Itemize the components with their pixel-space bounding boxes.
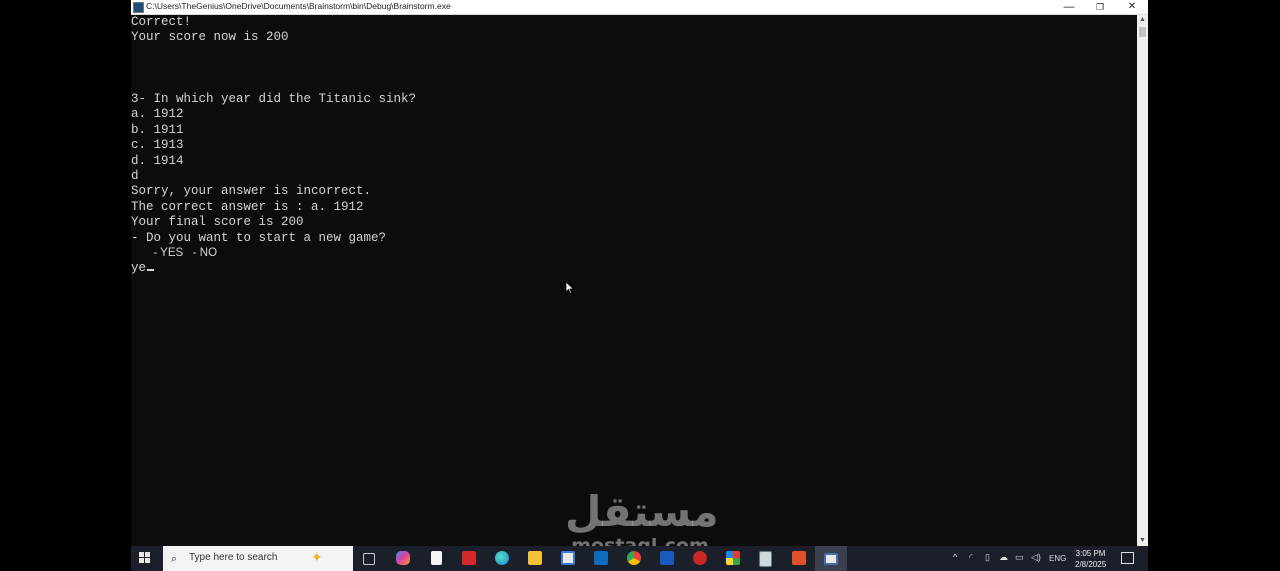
desktop-screen: C:\Users\TheGenius\OneDrive\Documents\Br… (131, 0, 1148, 571)
console-line: Correct! (131, 15, 192, 29)
console-line: 3- In which year did the Titanic sink? (131, 92, 417, 106)
console-line: b. 1911 (131, 122, 184, 137)
app-red-icon[interactable] (693, 551, 707, 565)
clock-time: 3:05 PM (1075, 549, 1106, 558)
console-line: Your final score is 200 (131, 215, 304, 230)
calculator-icon[interactable] (759, 551, 772, 567)
console-input-line[interactable]: ye (131, 261, 155, 276)
outlook-icon[interactable] (594, 551, 608, 565)
text-cursor (147, 269, 155, 272)
window-title: C:\Users\TheGenius\OneDrive\Documents\Br… (146, 1, 451, 11)
taskbar: ⌕ Type here to search ✦ ^ ◜ ▯ ☁ ▭ ◁) ENG… (131, 546, 1148, 571)
console-line: a. 1912 (131, 107, 184, 122)
restore-button[interactable]: ❐ (1085, 0, 1115, 14)
copilot-icon[interactable] (396, 551, 410, 565)
taskbar-clock[interactable]: 3:05 PM 2/8/2025 (1075, 548, 1106, 570)
edge-icon[interactable] (495, 551, 509, 565)
app-grid-icon[interactable] (726, 551, 740, 565)
battery-icon[interactable]: ▭ (1015, 552, 1024, 563)
clock-date: 2/8/2025 (1075, 560, 1107, 569)
network-icon[interactable]: ◜ (969, 552, 973, 563)
watermark-arabic-logo: مستقل (565, 487, 719, 536)
task-view-icon[interactable] (363, 553, 375, 565)
word-icon[interactable] (660, 551, 674, 565)
windows-start-icon[interactable] (139, 552, 151, 564)
chrome-icon[interactable] (627, 551, 641, 565)
vertical-scrollbar[interactable]: ▲ ▼ (1137, 15, 1148, 546)
console-line: The correct answer is : a. 1912 (131, 199, 364, 214)
console-input-text: ye (131, 261, 147, 276)
console-output[interactable]: Correct! Your score now is 200 3- In whi… (131, 15, 1137, 546)
notification-icon[interactable] (1121, 552, 1134, 564)
taskbar-search-box[interactable]: ⌕ Type here to search ✦ (163, 546, 353, 571)
console-line: c. 1913 (131, 138, 184, 153)
scroll-up-arrow-icon[interactable]: ▲ (1137, 15, 1148, 25)
cloud-icon[interactable]: ☁ (999, 552, 1008, 563)
usb-icon[interactable]: ▯ (985, 552, 990, 563)
console-line: - Do you want to start a new game? (131, 230, 387, 245)
console-line: d. 1914 (131, 153, 184, 168)
console-line: Sorry, your answer is incorrect. (131, 184, 372, 199)
search-icon: ⌕ (171, 553, 178, 565)
close-button[interactable]: ✕ (1117, 0, 1147, 14)
acrobat-icon[interactable] (462, 551, 476, 565)
tray-chevron-up-icon[interactable]: ^ (953, 552, 957, 562)
console-line: - YES - NO (131, 247, 218, 259)
scroll-thumb[interactable] (1139, 27, 1146, 37)
minimize-button[interactable]: — (1054, 0, 1084, 14)
console-line: Your score now is 200 (131, 30, 289, 45)
copilot-sparkle-icon: ✦ (311, 549, 323, 565)
console-app-icon (133, 2, 144, 13)
console-taskbar-icon[interactable] (824, 553, 838, 565)
search-placeholder: Type here to search (189, 552, 278, 563)
app-orange-icon[interactable] (792, 551, 806, 565)
language-indicator[interactable]: ENG (1049, 554, 1066, 563)
volume-icon[interactable]: ◁) (1031, 552, 1041, 563)
scroll-down-arrow-icon[interactable]: ▼ (1137, 536, 1148, 546)
notepad-icon[interactable] (431, 551, 442, 565)
window-titlebar[interactable]: C:\Users\TheGenius\OneDrive\Documents\Br… (131, 0, 1148, 15)
console-line: d (131, 169, 139, 183)
store-icon[interactable] (561, 551, 575, 565)
file-explorer-icon[interactable] (528, 551, 542, 565)
